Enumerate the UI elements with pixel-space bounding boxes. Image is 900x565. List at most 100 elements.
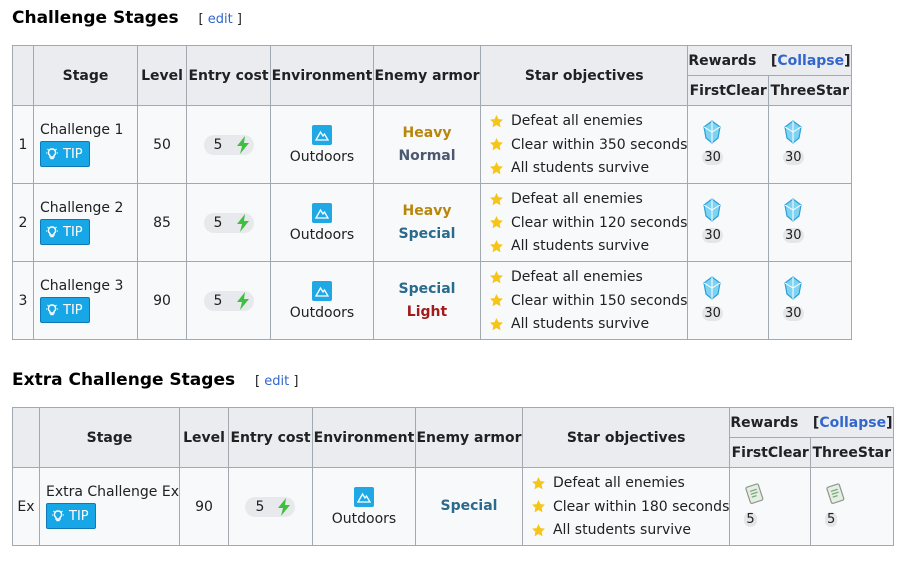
stage-cell: Challenge 2 TIP xyxy=(33,183,138,262)
star-objectives-cell: Defeat all enemies Clear within 120 seco… xyxy=(479,183,689,262)
stage-cell: Challenge 3 TIP xyxy=(33,261,138,340)
ap-badge: 5 xyxy=(203,134,254,155)
tip-button[interactable]: TIP xyxy=(40,297,90,323)
edit-section: [ edit ] xyxy=(255,374,299,389)
header-level: Level xyxy=(137,45,187,106)
row-number: 1 xyxy=(12,105,34,184)
stage-cell: Extra Challenge Ex TIP xyxy=(39,467,180,546)
environment-label: Outdoors xyxy=(289,226,355,243)
challenge-stages-table: Stage Level Entry cost Environment Enemy… xyxy=(12,45,852,340)
header-first-clear: FirstClear xyxy=(729,437,812,468)
level-cell: 90 xyxy=(178,467,229,546)
entry-cost-cell: 5 xyxy=(186,105,271,184)
ticket-icon xyxy=(826,483,845,504)
first-clear-reward: 5 xyxy=(729,467,812,546)
three-star-reward: 30 xyxy=(768,261,852,340)
lightning-icon xyxy=(236,291,249,310)
tip-button[interactable]: TIP xyxy=(40,141,90,167)
tip-button[interactable]: TIP xyxy=(40,219,90,245)
reward-count: 30 xyxy=(702,150,723,165)
section-title: Extra Challenge Stages xyxy=(12,370,236,390)
level-cell: 90 xyxy=(137,261,187,340)
star-icon xyxy=(490,270,503,283)
table-row: Ex Extra Challenge Ex TIP 90 5 Outdoors … xyxy=(12,467,894,546)
section-heading-extra: Extra Challenge Stages [ edit ] xyxy=(12,370,298,390)
stage-name: Challenge 1 xyxy=(40,122,124,138)
star-icon xyxy=(490,317,503,330)
star-objectives-cell: Defeat all enemies Clear within 180 seco… xyxy=(521,467,731,546)
environment-cell: Outdoors xyxy=(270,105,374,184)
header-environment: Environment xyxy=(311,407,416,468)
tip-button[interactable]: TIP xyxy=(46,503,96,529)
edit-link[interactable]: edit xyxy=(264,374,289,389)
first-clear-reward: 30 xyxy=(687,261,770,340)
header-star-objectives: Star objectives xyxy=(521,407,731,468)
header-environment: Environment xyxy=(270,45,374,106)
edit-link[interactable]: edit xyxy=(208,12,233,27)
armor-type: Heavy xyxy=(402,202,452,219)
reward-count: 30 xyxy=(783,150,804,165)
mountain-icon xyxy=(353,486,374,507)
collapse-link[interactable]: Collapse xyxy=(819,415,886,431)
objective: All students survive xyxy=(531,518,729,542)
crystal-icon xyxy=(703,120,722,144)
star-icon xyxy=(532,499,545,513)
ap-badge: 5 xyxy=(245,496,296,517)
reward-count: 5 xyxy=(825,512,838,527)
armor-type: Normal xyxy=(398,147,456,164)
star-icon xyxy=(490,215,503,229)
lightning-icon xyxy=(236,135,249,154)
environment-cell: Outdoors xyxy=(270,261,374,340)
three-star-reward: 30 xyxy=(768,183,852,262)
collapse-link[interactable]: Collapse xyxy=(777,53,844,69)
ap-badge: 5 xyxy=(203,290,254,311)
objective: Clear within 180 seconds xyxy=(531,495,729,519)
header-first-clear: FirstClear xyxy=(687,75,770,106)
objective: Clear within 150 seconds xyxy=(489,289,687,313)
reward-count: 30 xyxy=(783,228,804,243)
enemy-armor-cell: Heavy Normal xyxy=(373,105,481,184)
table-row: 1 Challenge 1 TIP 50 5 Outdoors Heavy Nor… xyxy=(12,105,852,184)
lightbulb-icon xyxy=(46,148,58,160)
star-icon xyxy=(490,161,503,174)
crystal-icon xyxy=(703,198,722,222)
reward-count: 30 xyxy=(783,306,804,321)
armor-type: Special xyxy=(440,498,498,514)
mountain-icon xyxy=(312,280,332,301)
edit-section: [ edit ] xyxy=(198,12,242,27)
entry-cost-cell: 5 xyxy=(186,261,271,340)
environment-cell: Outdoors xyxy=(311,467,416,546)
star-icon xyxy=(490,239,503,252)
stage-name: Challenge 3 xyxy=(40,278,124,294)
crystal-icon xyxy=(784,120,802,144)
header-enemy-armor: Enemy armor xyxy=(414,407,523,468)
objective: Defeat all enemies xyxy=(489,109,687,133)
mountain-icon xyxy=(312,124,332,145)
ticket-icon xyxy=(745,483,764,504)
star-icon xyxy=(490,114,503,127)
first-clear-reward: 30 xyxy=(687,105,770,184)
first-clear-reward: 30 xyxy=(687,183,770,262)
enemy-armor-cell: Heavy Special xyxy=(373,183,481,262)
level-cell: 50 xyxy=(137,105,187,184)
entry-cost-cell: 5 xyxy=(186,183,271,262)
objective: All students survive xyxy=(489,312,687,336)
mountain-icon xyxy=(312,202,332,223)
entry-cost-cell: 5 xyxy=(227,467,313,546)
star-icon xyxy=(490,293,503,307)
environment-label: Outdoors xyxy=(289,304,355,321)
level-cell: 85 xyxy=(137,183,187,262)
enemy-armor-cell: Special Light xyxy=(373,261,481,340)
header-entry-cost: Entry cost xyxy=(186,45,271,106)
star-icon xyxy=(532,476,545,489)
objective: All students survive xyxy=(489,156,687,180)
header-enemy-armor: Enemy armor xyxy=(373,45,481,106)
environment-label: Outdoors xyxy=(331,510,397,527)
lightning-icon xyxy=(236,213,249,232)
table-row: 3 Challenge 3 TIP 90 5 Outdoors Special L… xyxy=(12,261,852,340)
lightbulb-icon xyxy=(46,226,58,238)
lightning-icon xyxy=(278,497,291,516)
star-objectives-cell: Defeat all enemies Clear within 350 seco… xyxy=(479,105,689,184)
three-star-reward: 30 xyxy=(768,105,852,184)
three-star-reward: 5 xyxy=(810,467,894,546)
